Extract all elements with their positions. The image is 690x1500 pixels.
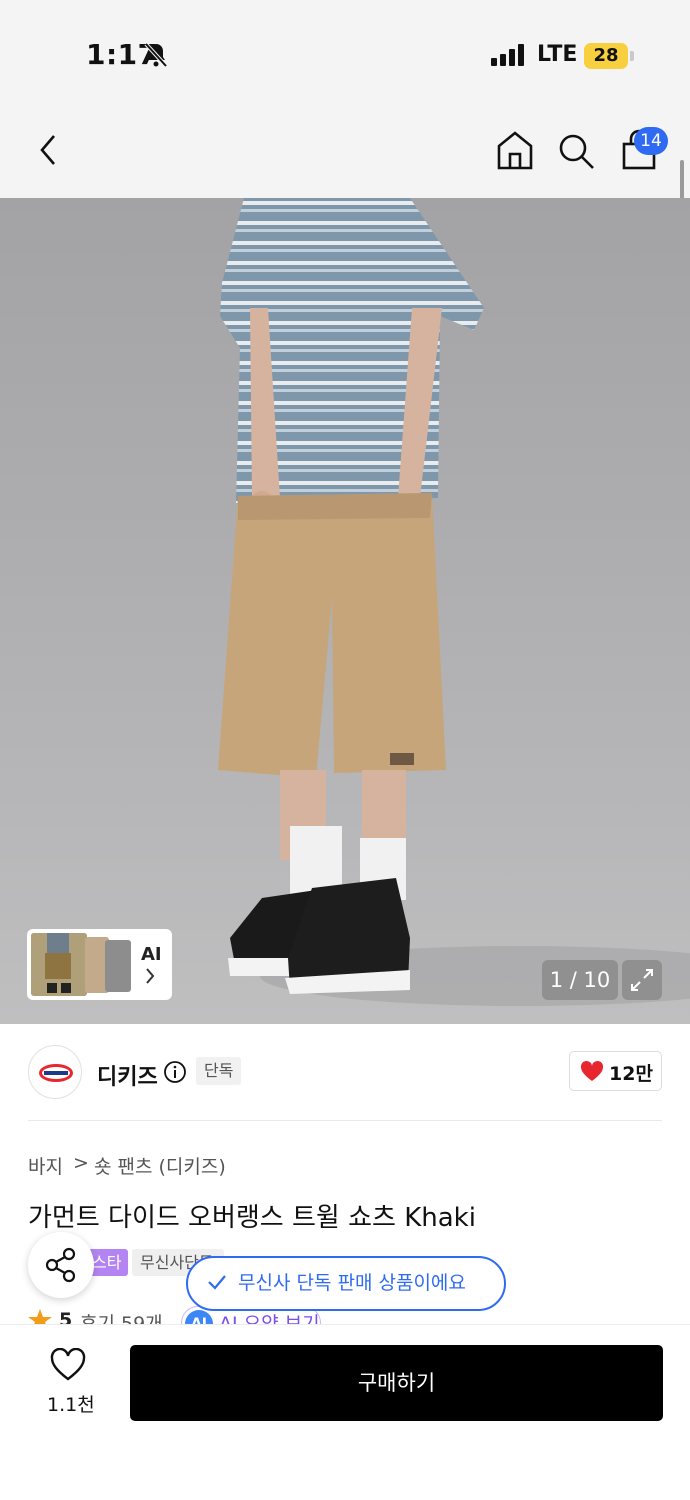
- exclusive-tag: 단독: [196, 1057, 242, 1085]
- image-pager: 1 / 10: [542, 960, 618, 1000]
- brand-logo[interactable]: [28, 1045, 82, 1099]
- thumbnail-image[interactable]: [31, 933, 87, 996]
- network-label: LTE: [537, 42, 578, 67]
- home-icon[interactable]: [496, 128, 534, 176]
- check-icon: [206, 1273, 228, 1295]
- heart-outline-icon[interactable]: [49, 1347, 87, 1386]
- heart-filled-icon: [580, 1060, 604, 1086]
- breadcrumb-separator: >: [73, 1152, 89, 1174]
- share-button[interactable]: [28, 1232, 94, 1298]
- brand-name[interactable]: 디키즈: [97, 1059, 158, 1091]
- info-icon[interactable]: [163, 1060, 187, 1088]
- breadcrumb-category[interactable]: 바지: [28, 1152, 63, 1179]
- ai-label: AI: [141, 944, 162, 965]
- battery-level: 28: [584, 43, 628, 69]
- brand-like-count: 12만: [609, 1063, 653, 1085]
- signal-icon: [491, 44, 525, 70]
- battery-cap: [630, 51, 634, 61]
- product-title: 가먼트 다이드 오버랭스 트윌 쇼츠 Khaki: [28, 1203, 476, 1233]
- expand-icon[interactable]: [622, 960, 662, 1000]
- search-icon[interactable]: [557, 128, 597, 176]
- buy-button[interactable]: 구매하기: [130, 1345, 663, 1421]
- back-icon[interactable]: [36, 128, 60, 176]
- wish-count: 1.1천: [47, 1394, 95, 1416]
- bell-muted-icon: [144, 42, 168, 72]
- cart-count-badge: 14: [634, 127, 668, 155]
- product-image[interactable]: [0, 198, 690, 1024]
- divider: [28, 1120, 662, 1121]
- exclusive-toast: 무신사 단독 판매 상품이에요: [186, 1256, 506, 1311]
- thumbnail-image[interactable]: [105, 940, 131, 992]
- chevron-right-icon: [145, 967, 155, 990]
- breadcrumb-subcategory[interactable]: 숏 팬츠 (디키즈): [94, 1152, 226, 1179]
